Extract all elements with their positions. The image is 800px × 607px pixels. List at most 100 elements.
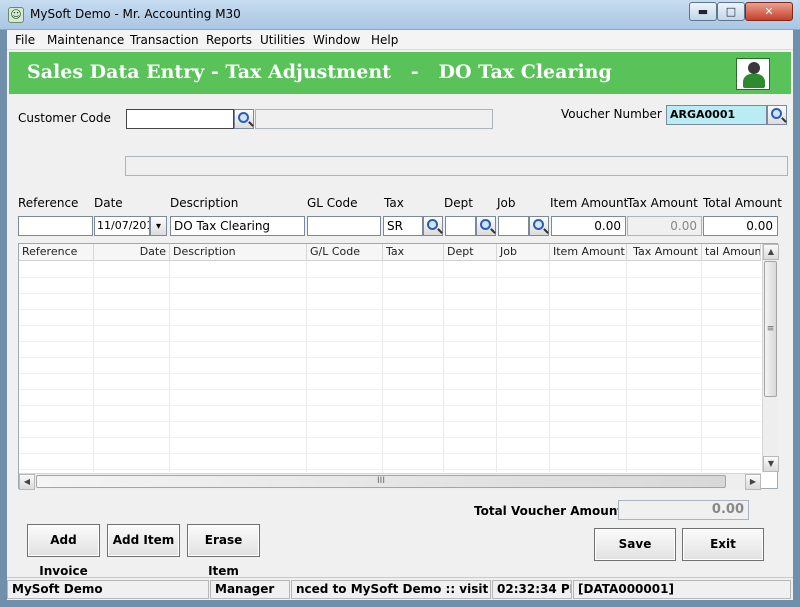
grid-header: Reference Date Description G/L Code Tax … [19,244,761,261]
scroll-down-button[interactable]: ▼ [763,456,779,472]
horizontal-scroll-thumb[interactable]: III [36,475,726,488]
add-invoice-button[interactable]: Add Invoice [27,524,100,578]
dept-label: Dept [444,196,473,210]
reference-input[interactable] [18,216,93,236]
magnifier-icon [771,108,782,119]
column-tax[interactable]: Tax [383,244,444,261]
gl-code-label: GL Code [307,196,358,210]
job-input[interactable] [498,216,529,236]
items-grid[interactable]: Reference Date Description G/L Code Tax … [18,243,779,490]
item-amount-label: Item Amount [550,196,629,210]
dept-lookup-button[interactable] [476,216,496,236]
voucher-number-input[interactable]: ARGA0001 [666,105,767,125]
status-data-file: [DATA000001] [573,580,791,599]
total-amount-label: Total Amount [703,196,782,210]
tax-label: Tax [384,196,404,210]
job-label: Job [497,196,516,210]
total-voucher-amount-field: 0.00 [618,500,749,520]
table-row [19,405,761,406]
status-time: 02:32:34 PM [492,580,572,599]
status-company: MySoft Demo [7,580,209,599]
scroll-left-button[interactable]: ◀ [19,474,35,490]
date-label: Date [94,196,123,210]
maximize-button[interactable]: □ [717,2,745,21]
customer-name-field [255,109,493,129]
add-item-button[interactable]: Add Item [107,524,180,557]
date-dropdown-button[interactable]: ▾ [150,216,167,236]
customer-code-label: Customer Code [18,111,111,125]
scroll-right-button[interactable]: ▶ [745,474,761,490]
voucher-number-label: Voucher Number [561,107,662,121]
user-icon [736,58,770,90]
table-row [19,341,761,342]
page-title: Sales Data Entry - Tax Adjustment - DO T… [27,61,612,83]
menu-reports[interactable]: Reports [206,33,252,47]
window-title: MySoft Demo - Mr. Accounting M30 [30,7,241,21]
save-button[interactable]: Save [594,528,676,561]
description-input[interactable]: DO Tax Clearing [170,216,305,236]
table-row [19,293,761,294]
column-description[interactable]: Description [170,244,307,261]
form-header: Sales Data Entry - Tax Adjustment - DO T… [9,52,791,94]
magnifier-icon [480,219,491,230]
table-row [19,389,761,390]
column-reference[interactable]: Reference [19,244,94,261]
table-row [19,277,761,278]
status-marquee: nced to MySoft Demo :: visit us at [291,580,491,599]
tax-amount-field: 0.00 [627,216,702,236]
menu-maintenance[interactable]: Maintenance [47,33,124,47]
app-icon: ☺ [8,7,24,23]
table-row [19,453,761,454]
status-user: Manager [210,580,290,599]
erase-item-button[interactable]: Erase Item [187,524,260,578]
column-tax-amount[interactable]: Tax Amount [627,244,702,261]
grid-body[interactable] [19,261,761,472]
minimize-button[interactable]: ▬ [689,2,717,21]
column-gl-code[interactable]: G/L Code [307,244,383,261]
exit-button[interactable]: Exit [682,528,764,561]
total-voucher-amount-label: Total Voucher Amount : [474,504,633,518]
vertical-scrollbar[interactable]: ▲ ≡ ▼ [762,244,779,472]
column-total-amount[interactable]: tal Amount [702,244,761,261]
description-label: Description [170,196,239,210]
table-row [19,357,761,358]
table-row [19,325,761,326]
menu-help[interactable]: Help [371,33,398,47]
table-row [19,421,761,422]
magnifier-icon [427,219,438,230]
total-amount-input[interactable]: 0.00 [703,216,778,236]
menu-window[interactable]: Window [313,33,360,47]
table-row [19,437,761,438]
menu-bar: File Maintenance Transaction Reports Uti… [7,30,793,50]
column-dept[interactable]: Dept [444,244,497,261]
menu-utilities[interactable]: Utilities [260,33,305,47]
table-row [19,309,761,310]
horizontal-scrollbar[interactable]: ◀ III ▶ [19,473,761,490]
scroll-up-button[interactable]: ▲ [763,244,779,260]
dept-input[interactable] [445,216,476,236]
menu-file[interactable]: File [15,33,35,47]
job-lookup-button[interactable] [529,216,549,236]
table-row [19,469,761,470]
item-amount-input[interactable]: 0.00 [551,216,626,236]
close-button[interactable]: ✕ [745,2,793,21]
gl-code-input[interactable] [307,216,381,236]
customer-code-input[interactable] [126,109,234,129]
column-date[interactable]: Date [94,244,170,261]
tax-input[interactable]: SR [383,216,423,236]
table-row [19,373,761,374]
title-bar[interactable]: ☺ MySoft Demo - Mr. Accounting M30 ▬ □ ✕ [0,0,800,30]
tax-lookup-button[interactable] [423,216,443,236]
date-input[interactable]: 11/07/201 [94,216,150,236]
customer-lookup-button[interactable] [234,109,254,129]
voucher-lookup-button[interactable] [767,105,787,125]
status-bar: MySoft Demo Manager nced to MySoft Demo … [7,577,793,600]
tax-amount-label: Tax Amount [627,196,698,210]
info-bar-field [125,156,788,176]
vertical-scroll-thumb[interactable]: ≡ [764,261,777,397]
column-item-amount[interactable]: Item Amount [550,244,627,261]
magnifier-icon [533,219,544,230]
column-job[interactable]: Job [497,244,550,261]
menu-transaction[interactable]: Transaction [130,33,199,47]
magnifier-icon [238,112,249,123]
